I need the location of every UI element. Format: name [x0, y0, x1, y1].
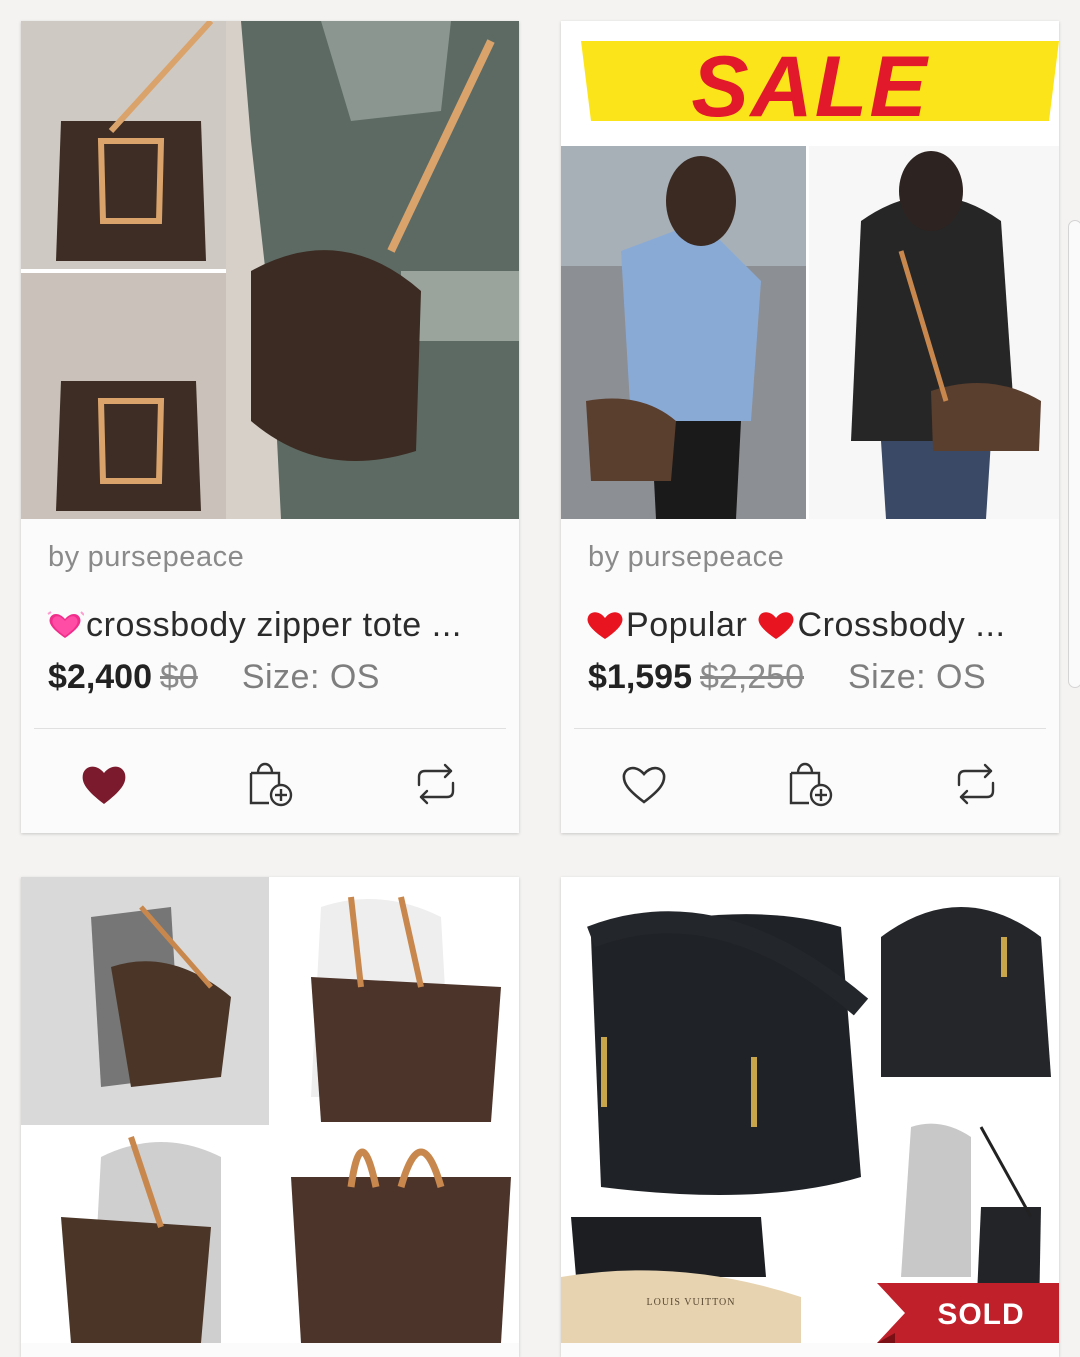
add-to-bundle-button[interactable] [240, 754, 300, 814]
listing-title-text: Crossbody ... [797, 606, 1006, 644]
price-row: $1,595 $2,250 Size: OS [588, 658, 986, 697]
listing-card[interactable]: SALE by pursepeace Popular Crossbody ... … [561, 21, 1059, 833]
sold-label: SOLD [937, 1298, 1024, 1331]
listing-actions [21, 744, 519, 824]
sale-banner-text: SALE [691, 39, 929, 135]
like-button[interactable] [614, 754, 674, 814]
seller-prefix: by [588, 541, 620, 573]
seller-username[interactable]: pursepeace [88, 541, 245, 573]
size-label: Size: OS [848, 658, 987, 696]
price: $2,400 [48, 658, 152, 696]
share-repost-icon [957, 763, 995, 805]
like-button[interactable] [74, 754, 134, 814]
red-heart-icon [758, 612, 794, 639]
size-label: Size: OS [241, 658, 380, 696]
pink-heart-icon [47, 611, 84, 638]
sold-banner: SOLD [877, 1283, 1059, 1343]
listing-card[interactable]: by pursepeace crossbody zipper tote ... $… [21, 21, 519, 833]
heart-icon [622, 766, 666, 804]
listing-photo[interactable]: SALE [561, 21, 1059, 519]
original-price: $2,250 [700, 658, 804, 696]
seller-prefix: by [48, 541, 80, 573]
divider [574, 728, 1046, 729]
divider [34, 728, 506, 729]
share-button[interactable] [946, 754, 1006, 814]
bag-add-icon [249, 762, 293, 807]
add-to-bundle-button[interactable] [780, 754, 840, 814]
original-price: $0 [160, 658, 198, 696]
seller-username[interactable]: pursepeace [628, 541, 785, 573]
scrollbar[interactable] [1068, 220, 1080, 688]
bag-add-icon [789, 762, 833, 807]
red-heart-icon [587, 612, 623, 639]
listing-title-text: crossbody zipper tote ... [86, 606, 462, 644]
listing-card[interactable] [21, 877, 519, 1357]
share-button[interactable] [406, 754, 466, 814]
listing-photo[interactable] [21, 21, 519, 519]
listing-photo[interactable] [21, 877, 519, 1343]
share-repost-icon [417, 763, 455, 805]
listing-photo[interactable]: LOUIS VUITTON [561, 877, 1059, 1343]
heart-icon [82, 766, 126, 804]
price: $1,595 [588, 658, 692, 696]
seller-name[interactable]: by pursepeace [588, 541, 784, 574]
listing-title-text: Popular [626, 606, 758, 644]
listing-title[interactable]: crossbody zipper tote ... [46, 606, 501, 645]
listing-title[interactable]: Popular Crossbody ... [586, 606, 1041, 645]
seller-name[interactable]: by pursepeace [48, 541, 244, 574]
listing-actions [561, 744, 1059, 824]
price-row: $2,400 $0 Size: OS [48, 658, 380, 697]
dust-bag-label: LOUIS VUITTON [646, 1297, 735, 1308]
listing-card[interactable]: LOUIS VUITTON SOLD [561, 877, 1059, 1357]
